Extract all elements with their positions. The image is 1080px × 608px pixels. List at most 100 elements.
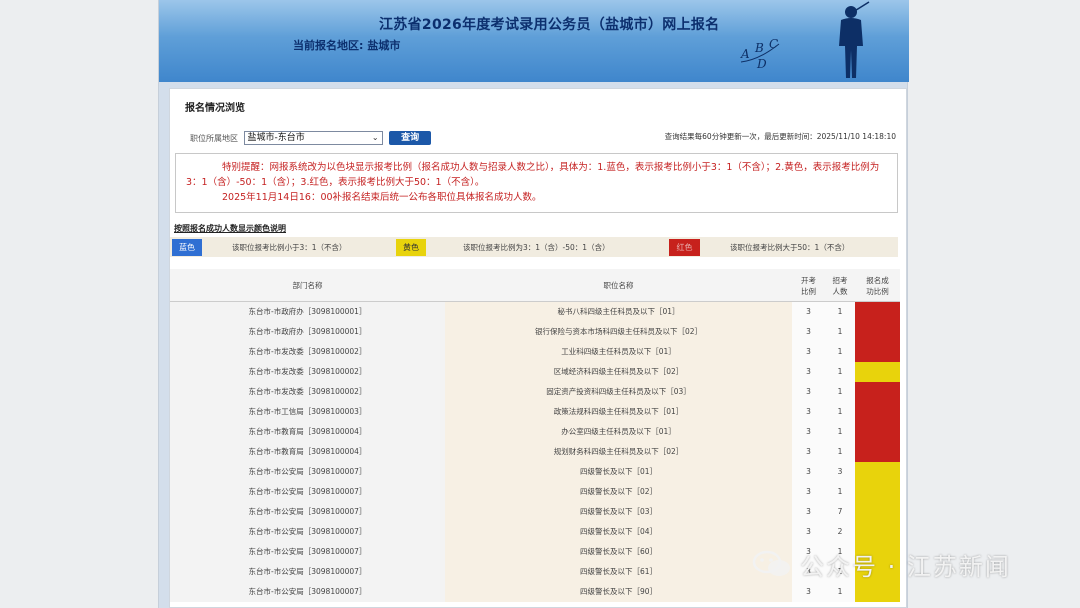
ratio-cell: 3 xyxy=(792,482,825,502)
position-cell: 政策法规科四级主任科员及以下［01］ xyxy=(445,402,792,422)
legend-text-yellow: 该职位报考比例为3：1（含）-50：1（含） xyxy=(463,243,610,252)
region-select[interactable]: 盐城市-东台市 ⌄ xyxy=(243,131,383,145)
dept-cell: 东台市-市教育局［3098100004］ xyxy=(170,442,445,462)
ratio-cell: 3 xyxy=(792,362,825,382)
color-legend: 蓝色 该职位报考比例小于3：1（不含） 黄色 该职位报考比例为3：1（含）-50… xyxy=(170,237,898,257)
person-silhouette-icon xyxy=(839,1,870,78)
header-status-line2: 功比例 xyxy=(866,286,889,296)
ratio-cell: 3 xyxy=(792,502,825,522)
query-button[interactable]: 查询 xyxy=(389,131,432,145)
region-value: 盐城市 xyxy=(367,39,401,52)
recruit-cell: 1 xyxy=(825,362,855,382)
dept-cell: 东台市-市政府办［3098100001］ xyxy=(170,302,445,322)
header-position: 职位名称 xyxy=(603,281,634,290)
dept-cell: 东台市-市政府办［3098100001］ xyxy=(170,322,445,342)
status-color-cell xyxy=(855,322,900,342)
table-row: 东台市-市工信局［3098100003］ 政策法规科四级主任科员及以下［01］ 3 1 xyxy=(170,402,900,422)
notice-line-2: 2025年11月14日16：00补报名结束后统一公布各职位具体报名成功人数。 xyxy=(222,192,542,203)
dept-cell: 东台市-市公安局［3098100007］ xyxy=(170,502,445,522)
svg-text:B: B xyxy=(754,41,764,55)
abcd-logo: A B C D xyxy=(739,36,809,79)
ratio-cell: 3 xyxy=(792,322,825,342)
dept-cell: 东台市-市教育局［3098100004］ xyxy=(170,422,445,442)
position-cell: 办公室四级主任科员及以下［01］ xyxy=(445,422,792,442)
panel-heading: 报名情况浏览 xyxy=(185,103,245,114)
current-region: 当前报名地区: 盐城市 xyxy=(289,37,400,53)
legend-text-blue: 该职位报考比例小于3：1（不含） xyxy=(232,243,347,252)
ratio-cell: 3 xyxy=(792,342,825,362)
dept-cell: 东台市-市公安局［3098100007］ xyxy=(170,462,445,482)
header-ratio: 开考 比例 xyxy=(792,269,825,302)
ratio-cell: 3 xyxy=(792,522,825,542)
region-label: 当前报名地区: xyxy=(293,39,364,52)
status-color-cell xyxy=(855,502,900,522)
dept-cell: 东台市-市发改委［3098100002］ xyxy=(170,342,445,362)
table-row: 东台市-市教育局［3098100004］ 办公室四级主任科员及以下［01］ 3 1 xyxy=(170,422,900,442)
header-ratio-line1: 开考 xyxy=(801,275,816,285)
dept-cell: 东台市-市公安局［3098100007］ xyxy=(170,522,445,542)
recruit-cell: 2 xyxy=(825,522,855,542)
abcd-logo-graphic: A B C D xyxy=(740,37,780,71)
dept-cell: 东台市-市公安局［3098100007］ xyxy=(170,582,445,602)
table-row: 东台市-市公安局［3098100007］ 四级警长及以下［90］ 3 1 xyxy=(170,582,900,602)
ratio-cell: 3 xyxy=(792,422,825,442)
position-cell: 四级警长及以下［01］ xyxy=(445,462,792,482)
position-cell: 固定资产投资科四级主任科员及以下［03］ xyxy=(445,382,792,402)
ratio-cell: 3 xyxy=(792,402,825,422)
header-status: 报名成 功比例 xyxy=(855,269,900,302)
dept-cell: 东台市-市公安局［3098100007］ xyxy=(170,562,445,582)
watermark-text: 公众号 · 江苏新闻 xyxy=(800,552,1011,581)
position-cell: 四级警长及以下［04］ xyxy=(445,522,792,542)
site-banner: 江苏省2026年度考试录用公务员（盐城市）网上报名 当前报名地区: 盐城市 A B… xyxy=(159,0,909,82)
watermark: 公众号 · 江苏新闻 xyxy=(752,546,1011,582)
svg-text:D: D xyxy=(756,57,767,71)
svg-text:C: C xyxy=(769,37,778,51)
filter-label: 职位所属地区 xyxy=(190,133,238,143)
header-recruit-line1: 招考 xyxy=(832,275,848,285)
table-row: 东台市-市发改委［3098100002］ 工业科四级主任科员及以下［01］ 3 1 xyxy=(170,342,900,362)
recruit-cell: 1 xyxy=(825,402,855,422)
legend-swatch-blue: 蓝色 xyxy=(172,239,202,256)
ratio-cell: 3 xyxy=(792,462,825,482)
status-color-cell xyxy=(855,482,900,502)
filter-row: 职位所属地区 盐城市-东台市 ⌄ 查询 xyxy=(190,131,432,145)
status-color-cell xyxy=(855,382,900,402)
background-right xyxy=(908,0,1080,608)
table-header: 部门名称 职位名称 开考 比例 招考 人数 报名成 功比例 xyxy=(170,269,900,302)
legend-swatch-red: 红色 xyxy=(669,239,700,256)
background-left xyxy=(0,0,158,608)
position-cell: 工业科四级主任科员及以下［01］ xyxy=(445,342,792,362)
table-row: 东台市-市公安局［3098100007］ 四级警长及以下［03］ 3 7 xyxy=(170,502,900,522)
legend-title: 按照报名成功人数显示颜色说明 xyxy=(174,224,286,233)
table-row: 东台市-市政府办［3098100001］ 银行保险与资本市场科四级主任科员及以下［… xyxy=(170,322,900,342)
status-color-cell xyxy=(855,462,900,482)
header-recruit: 招考 人数 xyxy=(825,269,855,302)
ratio-cell: 3 xyxy=(792,582,825,602)
recruit-cell: 1 xyxy=(825,322,855,342)
dept-cell: 东台市-市工信局［3098100003］ xyxy=(170,402,445,422)
dept-cell: 东台市-市发改委［3098100002］ xyxy=(170,382,445,402)
header-dept: 部门名称 xyxy=(292,281,323,290)
status-color-cell xyxy=(855,302,900,322)
recruit-cell: 1 xyxy=(825,342,855,362)
position-cell: 四级警长及以下［60］ xyxy=(445,542,792,562)
position-cell: 秘书八科四级主任科员及以下［01］ xyxy=(445,302,792,322)
status-color-cell xyxy=(855,402,900,422)
chevron-down-icon: ⌄ xyxy=(371,133,379,142)
position-cell: 银行保险与资本市场科四级主任科员及以下［02］ xyxy=(445,322,792,342)
notice-line-1: 特别提醒：网报系统改为以色块显示报考比例（报名成功人数与招录人数之比），具体为：… xyxy=(186,162,880,188)
region-select-value: 盐城市-东台市 xyxy=(247,133,305,143)
table-row: 东台市-市发改委［3098100002］ 区域经济科四级主任科员及以下［02］ 3 1 xyxy=(170,362,900,382)
wechat-icon xyxy=(752,550,790,576)
dept-cell: 东台市-市公安局［3098100007］ xyxy=(170,542,445,562)
dept-cell: 东台市-市发改委［3098100002］ xyxy=(170,362,445,382)
recruit-cell: 7 xyxy=(825,502,855,522)
recruit-cell: 1 xyxy=(825,482,855,502)
page-container: 江苏省2026年度考试录用公务员（盐城市）网上报名 当前报名地区: 盐城市 A B… xyxy=(158,0,909,608)
header-ratio-line2: 比例 xyxy=(801,286,816,296)
position-cell: 四级警长及以下［02］ xyxy=(445,482,792,502)
position-cell: 四级警长及以下［90］ xyxy=(445,582,792,602)
legend-text-red: 该职位报考比例大于50：1（不含） xyxy=(730,243,850,252)
ratio-cell: 3 xyxy=(792,302,825,322)
status-color-cell xyxy=(855,422,900,442)
